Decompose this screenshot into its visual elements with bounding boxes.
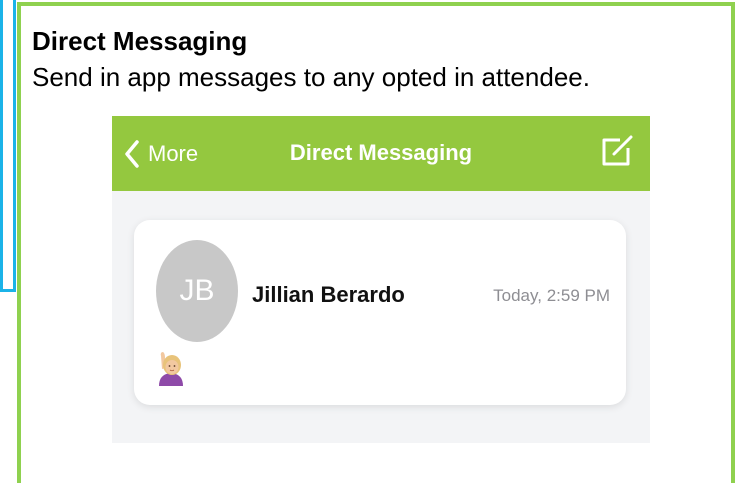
- message-timestamp: Today, 2:59 PM: [493, 286, 610, 305]
- back-button-label: More: [148, 141, 199, 166]
- slide-title: Direct Messaging: [32, 26, 248, 56]
- chevron-left-icon: [124, 140, 140, 168]
- compose-icon: [600, 134, 634, 168]
- avatar: JB: [156, 240, 238, 342]
- sender-name: Jillian Berardo: [252, 282, 405, 307]
- avatar-initials: JB: [179, 274, 215, 307]
- left-frame-border: [0, 0, 16, 292]
- raising-hand-emoji-icon: [156, 350, 186, 386]
- compose-button[interactable]: [600, 134, 634, 168]
- message-thread-card[interactable]: JB Jillian Berardo Today, 2:59 PM: [134, 220, 626, 405]
- slide-subtitle: Send in app messages to any opted in att…: [32, 62, 590, 92]
- phone-screenshot: More Direct Messaging JB Jillian Berardo…: [112, 116, 650, 443]
- back-button[interactable]: More: [124, 138, 198, 170]
- navigation-bar: More Direct Messaging: [112, 116, 650, 191]
